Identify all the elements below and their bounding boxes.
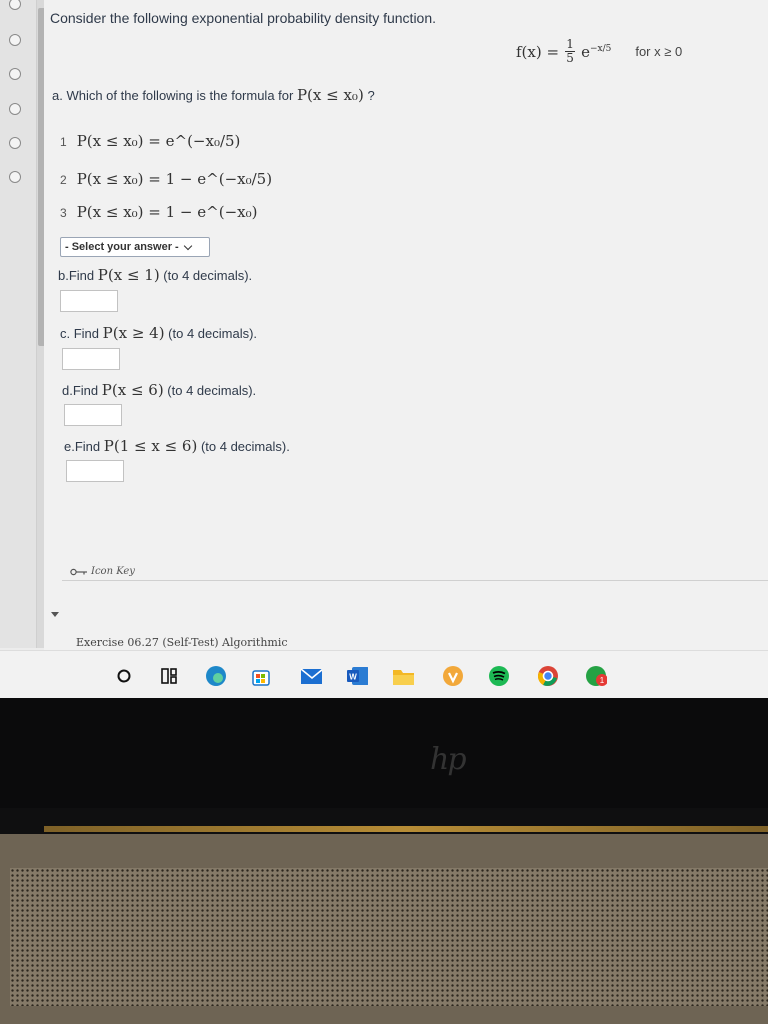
icon-key-link[interactable]: Icon Key	[70, 566, 135, 577]
question-label: c. Find	[60, 326, 100, 341]
question-d: d.Find P(x ≤ 6) (to 4 decimals).	[62, 381, 256, 399]
question-radio[interactable]	[9, 68, 21, 80]
fraction: 1 5	[565, 37, 576, 65]
domain-condition: for x ≥ 0	[635, 44, 683, 59]
chevron-down-icon	[183, 241, 192, 250]
question-radio[interactable]	[9, 34, 21, 46]
vpn-shield-icon[interactable]	[442, 665, 464, 687]
answer-input-b[interactable]	[60, 290, 118, 312]
question-expr: P(x ≥ 4)	[102, 324, 165, 342]
question-expr: P(x ≤ 6)	[101, 381, 164, 399]
browser-screen: Consider the following exponential proba…	[0, 0, 768, 708]
word-letter: W	[349, 673, 357, 682]
select-label: - Select your answer -	[65, 241, 179, 253]
taskbar: W 1	[0, 650, 768, 705]
question-b: b.Find P(x ≤ 1) (to 4 decimals).	[58, 266, 252, 284]
laptop-bezel	[0, 698, 768, 808]
question-radio[interactable]	[9, 103, 21, 115]
option-3: 3 P(x ≤ x₀) = 1 − e^(−x₀)	[60, 203, 257, 221]
question-expr: P(x ≤ 1)	[97, 266, 160, 284]
option-formula: P(x ≤ x₀) = 1 − e^(−x₀/5)	[76, 170, 273, 188]
key-icon	[70, 568, 87, 575]
file-explorer-icon[interactable]	[392, 665, 414, 687]
question-radio[interactable]	[9, 171, 21, 183]
divider	[62, 580, 768, 581]
option-formula: P(x ≤ x₀) = 1 − e^(−x₀)	[76, 203, 258, 221]
question-a: a. Which of the following is the formula…	[52, 86, 375, 104]
question-label: b.Find	[58, 268, 95, 283]
question-label: e.Find	[64, 439, 101, 454]
question-radio[interactable]	[9, 0, 21, 10]
chrome-icon[interactable]	[537, 665, 559, 687]
spotify-icon[interactable]	[488, 665, 510, 687]
question-suffix: (to 4 decimals).	[167, 383, 257, 398]
word-icon[interactable]: W	[346, 665, 368, 687]
question-expr: P(1 ≤ x ≤ 6)	[103, 437, 198, 455]
question-e: e.Find P(1 ≤ x ≤ 6) (to 4 decimals).	[64, 437, 290, 455]
scroll-down-arrow-icon[interactable]	[51, 612, 59, 617]
question-suffix: (to 4 decimals).	[163, 268, 253, 283]
notification-badge: 1	[600, 676, 605, 685]
exp-base: e−x/5	[581, 42, 612, 61]
question-content: Consider the following exponential proba…	[44, 0, 768, 650]
whatsapp-icon[interactable]: 1	[585, 665, 607, 687]
option-1: 1 P(x ≤ x₀) = e^(−x₀/5)	[60, 132, 240, 150]
icon-key-label: Icon Key	[91, 566, 135, 577]
answer-input-e[interactable]	[66, 460, 124, 482]
question-label: d.Find	[62, 383, 99, 398]
answer-input-c[interactable]	[62, 348, 120, 370]
option-number: 2	[60, 173, 67, 187]
option-formula: P(x ≤ x₀) = e^(−x₀/5)	[76, 132, 241, 150]
hinge-strip	[44, 826, 768, 832]
formula-lhs: f(x) =	[516, 42, 560, 61]
question-radio[interactable]	[9, 137, 21, 149]
exp-exponent: −x/5	[589, 43, 612, 54]
intro-text: Consider the following exponential proba…	[50, 10, 437, 26]
fraction-numerator: 1	[566, 37, 574, 51]
option-number: 1	[60, 135, 67, 149]
edge-browser-icon[interactable]	[205, 665, 227, 687]
mail-icon[interactable]	[300, 665, 322, 687]
option-number: 3	[60, 206, 67, 220]
speaker-grille	[10, 868, 768, 1006]
fraction-denominator: 5	[566, 51, 574, 65]
question-a-suffix: ?	[367, 88, 375, 103]
question-a-text: a. Which of the following is the formula…	[52, 88, 294, 103]
question-a-expr: P(x ≤ x₀)	[296, 86, 364, 104]
store-icon[interactable]	[250, 665, 272, 687]
question-list-rail	[0, 0, 37, 648]
question-suffix: (to 4 decimals).	[200, 439, 290, 454]
question-c: c. Find P(x ≥ 4) (to 4 decimals).	[60, 324, 257, 342]
brand-logo: hp	[430, 742, 467, 777]
answer-select-dropdown[interactable]: - Select your answer -	[60, 237, 210, 257]
search-circle-icon[interactable]	[113, 665, 135, 687]
exercise-footer: Exercise 06.27 (Self-Test) Algorithmic	[76, 636, 288, 649]
task-view-icon[interactable]	[158, 665, 180, 687]
option-2: 2 P(x ≤ x₀) = 1 − e^(−x₀/5)	[60, 170, 272, 188]
density-formula: f(x) = 1 5 e−x/5 for x ≥ 0	[516, 38, 682, 65]
question-suffix: (to 4 decimals).	[168, 326, 258, 341]
answer-input-d[interactable]	[64, 404, 122, 426]
